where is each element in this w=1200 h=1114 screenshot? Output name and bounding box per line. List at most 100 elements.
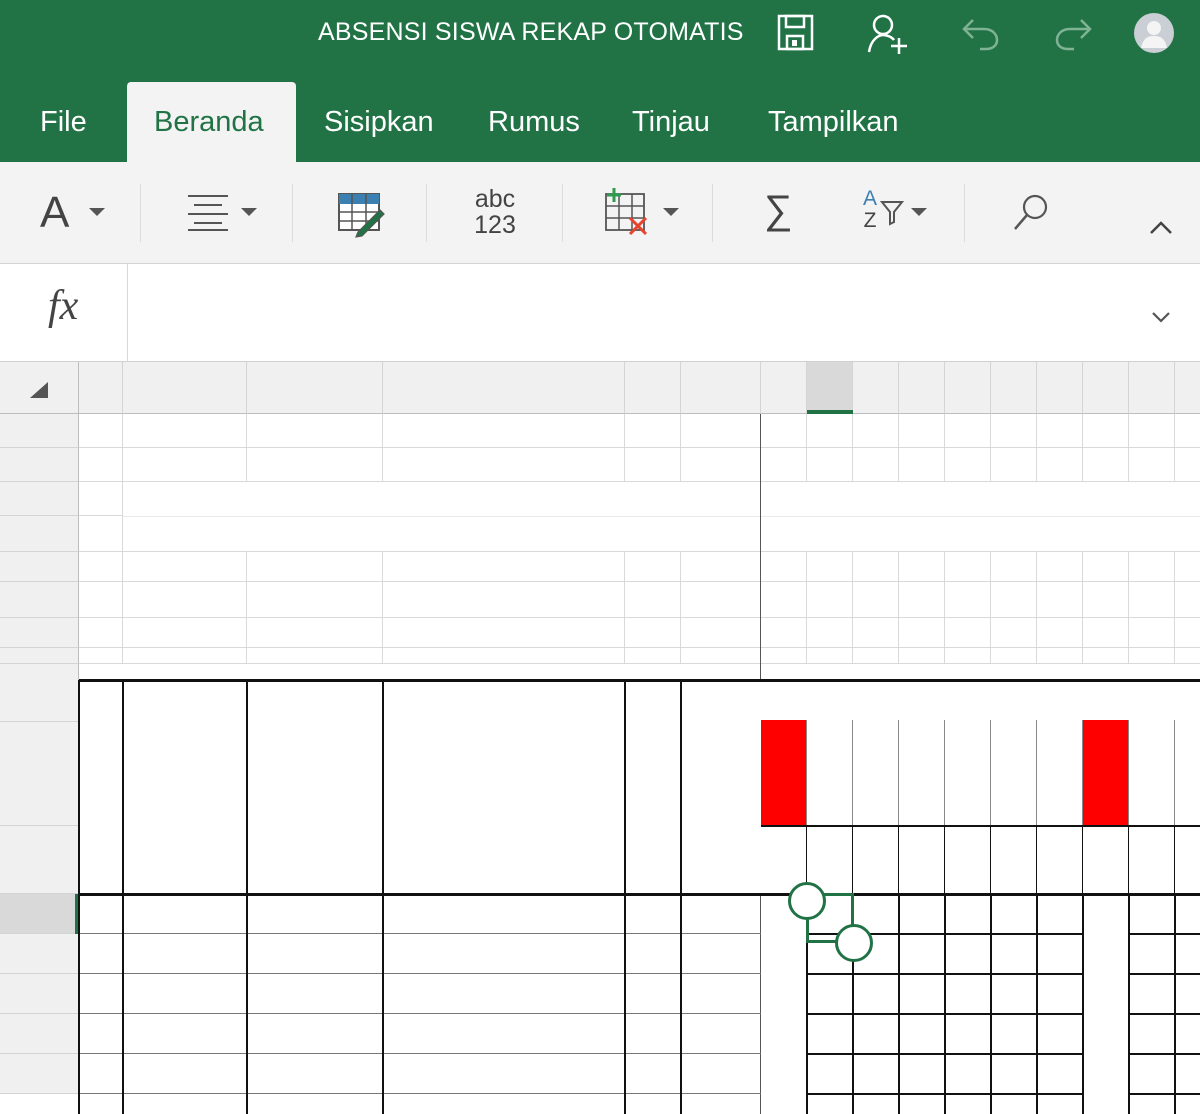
row-dotted-border (79, 1093, 761, 1094)
number-format-icon[interactable]: abc 123 (468, 186, 522, 240)
row-header-2[interactable] (0, 448, 79, 482)
collapse-ribbon-icon[interactable] (1148, 218, 1174, 236)
cell-induk[interactable] (123, 934, 247, 974)
cell-nama[interactable] (383, 974, 625, 1014)
cell-induk[interactable] (123, 974, 247, 1014)
cell-kelas[interactable] (681, 1014, 761, 1054)
tab-tinjau[interactable]: Tinjau (632, 106, 710, 139)
autosum-icon[interactable]: ∑ (764, 188, 793, 233)
align-button[interactable] (186, 192, 262, 236)
column-header-n[interactable] (1037, 362, 1083, 414)
font-button[interactable]: A (38, 188, 110, 238)
date-cell (945, 826, 991, 894)
cell-nisn[interactable] (247, 1054, 383, 1094)
selection-handle-end[interactable] (835, 924, 873, 962)
grid-line (79, 581, 1200, 582)
column-header-c[interactable] (1175, 362, 1200, 414)
row-header-13[interactable] (0, 894, 79, 934)
cell-kelas[interactable] (681, 934, 761, 974)
row-header-9[interactable] (0, 664, 79, 722)
row-header-11[interactable] (0, 826, 79, 894)
row-header-17[interactable] (0, 1054, 79, 1094)
column-header-o[interactable] (1083, 362, 1129, 414)
save-icon[interactable] (776, 12, 816, 54)
data-column-border (624, 894, 626, 1114)
row-header-10[interactable] (0, 722, 79, 826)
select-all-corner[interactable] (0, 362, 79, 414)
tab-tampilkan[interactable]: Tampilkan (768, 106, 899, 139)
row-header-16[interactable] (0, 1014, 79, 1054)
avatar-icon[interactable] (1133, 12, 1175, 54)
tab-beranda[interactable]: Beranda (127, 82, 296, 162)
cell-lp[interactable] (625, 1014, 681, 1054)
spreadsheet-grid[interactable] (0, 362, 1200, 1114)
column-header-g[interactable] (681, 362, 761, 414)
cell-no[interactable] (79, 894, 123, 934)
row-header-6[interactable] (0, 582, 79, 618)
column-header-l[interactable] (945, 362, 991, 414)
cell-no[interactable] (79, 974, 123, 1014)
cell-nisn[interactable] (247, 934, 383, 974)
attendance-row-border (807, 1013, 1083, 1015)
cell-no[interactable] (79, 1054, 123, 1094)
selection-handle-start[interactable] (788, 882, 826, 920)
row-header-8[interactable] (0, 648, 79, 664)
cell-lp[interactable] (625, 934, 681, 974)
row-header-5[interactable] (0, 552, 79, 582)
cell-kelas[interactable] (681, 974, 761, 1014)
column-header-p[interactable] (1129, 362, 1175, 414)
formula-input[interactable] (140, 294, 1120, 334)
cell-nisn[interactable] (247, 974, 383, 1014)
font-icon: A (40, 188, 70, 237)
cell-nisn[interactable] (247, 894, 383, 934)
cell-no[interactable] (79, 1014, 123, 1054)
share-person-icon[interactable] (866, 12, 912, 56)
sort-filter-icon: A Z (858, 188, 882, 232)
row-header-4[interactable] (0, 516, 79, 552)
column-header-f[interactable] (625, 362, 681, 414)
day-char (1037, 792, 1083, 826)
cell-induk[interactable] (123, 894, 247, 934)
column-header-m[interactable] (991, 362, 1037, 414)
cell-no[interactable] (79, 934, 123, 974)
cell-lp[interactable] (625, 974, 681, 1014)
cell-kelas[interactable] (681, 1054, 761, 1094)
day-char (991, 792, 1037, 826)
column-header-k[interactable] (899, 362, 945, 414)
cell-lp[interactable] (625, 894, 681, 934)
expand-formula-icon[interactable] (1150, 310, 1172, 324)
column-header-c[interactable] (123, 362, 247, 414)
undo-icon[interactable] (960, 16, 1002, 52)
column-header-h[interactable] (761, 362, 807, 414)
cell-nama[interactable] (383, 934, 625, 974)
column-header-b[interactable] (79, 362, 123, 414)
cell-induk[interactable] (123, 1014, 247, 1054)
insert-delete-button[interactable] (602, 188, 682, 240)
cell-format-icon[interactable] (336, 190, 386, 238)
column-header-i[interactable] (807, 362, 853, 414)
cell-lp[interactable] (625, 1054, 681, 1094)
sort-filter-button[interactable]: A Z (858, 188, 934, 240)
cell-nama[interactable] (383, 894, 625, 934)
cell-nama[interactable] (383, 1014, 625, 1054)
select-all-icon (30, 382, 48, 398)
column-header-e[interactable] (383, 362, 625, 414)
tab-sisipkan[interactable]: Sisipkan (324, 106, 434, 139)
column-header-j[interactable] (853, 362, 899, 414)
tab-rumus[interactable]: Rumus (488, 106, 580, 139)
attendance-row-border (1129, 1093, 1200, 1095)
cell-nisn[interactable] (247, 1014, 383, 1054)
row-header-3[interactable] (0, 482, 79, 516)
cell-kelas[interactable] (681, 894, 761, 934)
column-header-d[interactable] (247, 362, 383, 414)
attendance-row-border (807, 973, 1083, 975)
row-header-1[interactable] (0, 414, 79, 448)
row-header-15[interactable] (0, 974, 79, 1014)
cell-induk[interactable] (123, 1054, 247, 1094)
cell-nama[interactable] (383, 1054, 625, 1094)
search-icon[interactable] (1012, 192, 1052, 234)
tab-file[interactable]: File (40, 106, 87, 139)
row-header-7[interactable] (0, 618, 79, 648)
row-header-14[interactable] (0, 934, 79, 974)
redo-icon[interactable] (1052, 16, 1094, 52)
